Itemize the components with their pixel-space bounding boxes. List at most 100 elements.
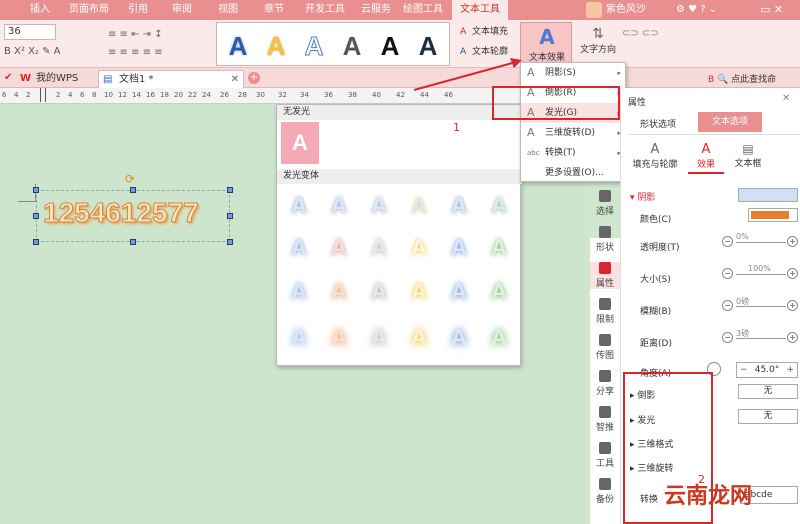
- wordart-style-3[interactable]: A: [299, 31, 329, 62]
- glow-variant[interactable]: A: [405, 277, 433, 307]
- text-direction-button[interactable]: ⇅ 文字方向: [578, 26, 618, 62]
- glow-variant[interactable]: A: [445, 191, 473, 221]
- font-size-select[interactable]: 36: [4, 24, 56, 40]
- rotate-handle-icon[interactable]: ⟳: [125, 172, 135, 186]
- section-shadow-heading[interactable]: ▾ 阴影: [630, 190, 655, 203]
- text-box[interactable]: 1254612577: [36, 190, 230, 242]
- resize-handle[interactable]: [33, 213, 39, 219]
- shadow-color-select[interactable]: [748, 208, 798, 222]
- increase-icon[interactable]: +: [787, 268, 798, 279]
- wordart-style-2[interactable]: A: [261, 31, 291, 61]
- tab-review[interactable]: 审阅: [160, 0, 204, 20]
- glow-variant[interactable]: A: [485, 191, 513, 221]
- tab-shape-options[interactable]: 形状选项: [640, 117, 676, 130]
- glow-variant[interactable]: A: [405, 323, 433, 353]
- format-buttons[interactable]: B X² X₂ ✎ A: [4, 46, 100, 62]
- glow-variant[interactable]: A: [365, 233, 393, 263]
- tab-my-wps[interactable]: W 我的WPS ✕: [16, 70, 96, 102]
- tab-view[interactable]: 视图: [206, 0, 250, 20]
- glow-variant[interactable]: A: [445, 323, 473, 353]
- sidebar-item-tools[interactable]: 工具: [590, 442, 620, 469]
- decrease-icon[interactable]: −: [722, 300, 733, 311]
- glow-variant[interactable]: A: [325, 233, 353, 263]
- glow-variant[interactable]: A: [285, 233, 313, 263]
- sidebar-item-smart[interactable]: 智推: [590, 406, 620, 433]
- glow-select[interactable]: 无: [738, 409, 798, 424]
- shadow-preset-select[interactable]: [738, 188, 798, 202]
- menu-item-3d-rotation[interactable]: A三维旋转(D)▸: [521, 123, 627, 143]
- menu-item-shadow[interactable]: A 阴影(S) ▸: [521, 63, 627, 83]
- sidebar-item-share[interactable]: 分享: [590, 370, 620, 397]
- glow-variant[interactable]: A: [365, 277, 393, 307]
- glow-variant[interactable]: A: [285, 277, 313, 307]
- tab-insert[interactable]: 插入: [20, 0, 60, 20]
- pin-icon[interactable]: ✔: [4, 72, 12, 83]
- tab-cloud[interactable]: 云服务: [354, 0, 398, 20]
- glow-variant[interactable]: A: [485, 277, 513, 307]
- title-icons[interactable]: ⚙ ♥ ? ⌄: [676, 3, 736, 17]
- transparency-slider[interactable]: [736, 242, 786, 243]
- link-icons[interactable]: ⊂⊃ ⊂⊃: [622, 28, 662, 58]
- sidebar-item-properties[interactable]: 属性: [590, 262, 620, 289]
- search-command[interactable]: B 🔍 点此查找命: [708, 72, 776, 85]
- paragraph-buttons[interactable]: ≡ ≡ ⇤ ⇥ ↕ ≡ ≡ ≡ ≡ ≡: [108, 26, 204, 62]
- wordart-text[interactable]: 1254612577: [43, 197, 200, 229]
- tab-page-layout[interactable]: 页面布局: [62, 0, 116, 20]
- new-tab-button[interactable]: +: [248, 72, 260, 84]
- subtab-effects[interactable]: A 效果: [688, 142, 724, 174]
- tab-document1[interactable]: ▤ 文档1 * ✕: [98, 70, 244, 88]
- subtab-fill-outline[interactable]: A 填充与轮廓: [630, 142, 680, 170]
- increase-icon[interactable]: +: [787, 236, 798, 247]
- angle-input[interactable]: −45.0° +: [736, 362, 798, 378]
- reflection-select[interactable]: 无: [738, 384, 798, 399]
- sidebar-item-shape[interactable]: 形状: [590, 226, 620, 253]
- subtab-textbox[interactable]: ▤ 文本框: [730, 142, 766, 169]
- glow-variant[interactable]: A: [485, 323, 513, 353]
- increase-icon[interactable]: +: [786, 363, 794, 377]
- glow-variant[interactable]: A: [405, 233, 433, 263]
- decrease-icon[interactable]: −: [722, 268, 733, 279]
- glow-variant[interactable]: A: [325, 191, 353, 221]
- glow-variant[interactable]: A: [445, 277, 473, 307]
- menu-item-transform[interactable]: abc转换(T)▸: [521, 143, 627, 163]
- tab-section[interactable]: 章节: [252, 0, 296, 20]
- glow-variant[interactable]: A: [365, 323, 393, 353]
- panel-close-icon[interactable]: ✕: [782, 93, 790, 104]
- decrease-icon[interactable]: −: [722, 332, 733, 343]
- glow-variant[interactable]: A: [485, 233, 513, 263]
- horizontal-ruler[interactable]: 6 4 2 2 4 6 8 10 12 14 16 18 20 22 24 26…: [0, 88, 276, 104]
- size-slider[interactable]: [736, 274, 786, 275]
- glow-variant[interactable]: A: [365, 191, 393, 221]
- resize-handle[interactable]: [130, 239, 136, 245]
- glow-variant[interactable]: A: [285, 323, 313, 353]
- user-name[interactable]: 紫色风沙: [606, 0, 646, 20]
- menu-item-more-settings[interactable]: 更多设置(O)...: [521, 163, 627, 183]
- increase-icon[interactable]: +: [787, 300, 798, 311]
- wordart-style-1[interactable]: A: [223, 31, 253, 61]
- decrease-icon[interactable]: −: [722, 236, 733, 247]
- no-glow-option[interactable]: A: [281, 122, 319, 164]
- wordart-style-4[interactable]: A: [337, 31, 367, 61]
- resize-handle[interactable]: [227, 239, 233, 245]
- window-controls[interactable]: ▭ ✕: [760, 3, 800, 17]
- resize-handle[interactable]: [130, 187, 136, 193]
- wordart-style-5[interactable]: A: [375, 31, 405, 61]
- glow-variant[interactable]: A: [325, 323, 353, 353]
- glow-variant[interactable]: A: [285, 191, 313, 221]
- increase-icon[interactable]: +: [787, 332, 798, 343]
- glow-variant[interactable]: A: [325, 277, 353, 307]
- sidebar-item-select[interactable]: 选择: [590, 190, 620, 217]
- indent-marker[interactable]: [40, 88, 46, 102]
- glow-variant[interactable]: A: [445, 233, 473, 263]
- tab-drawing-tools[interactable]: 绘图工具: [396, 0, 450, 20]
- sidebar-item-restrict[interactable]: 限制: [590, 298, 620, 325]
- resize-handle[interactable]: [33, 239, 39, 245]
- resize-handle[interactable]: [227, 187, 233, 193]
- close-icon[interactable]: ✕: [231, 71, 239, 89]
- tab-text-options[interactable]: 文本选项: [698, 112, 762, 132]
- tab-text-tools[interactable]: 文本工具: [452, 0, 508, 20]
- avatar[interactable]: [586, 2, 602, 18]
- tab-references[interactable]: 引用: [118, 0, 158, 20]
- tab-developer[interactable]: 开发工具: [298, 0, 352, 20]
- decrease-icon[interactable]: −: [740, 363, 748, 377]
